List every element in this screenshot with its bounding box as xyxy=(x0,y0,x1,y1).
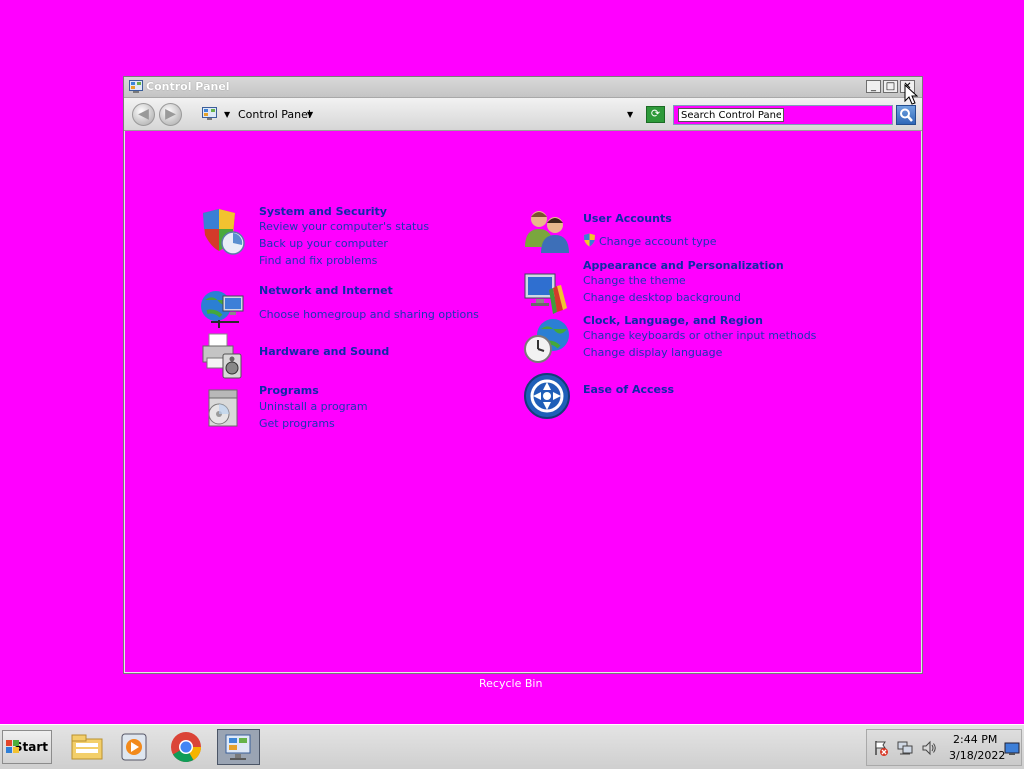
address-dropdown-arrow-icon[interactable]: ▼ xyxy=(224,110,230,119)
taskbar: Start 2:44 PM 3/18/2022 xyxy=(0,724,1024,769)
category-title-ease-of-access[interactable]: Ease of Access xyxy=(583,383,674,396)
category-title-hardware-and-sound[interactable]: Hardware and Sound xyxy=(259,345,389,358)
taskbar-control-panel[interactable] xyxy=(217,729,260,765)
clock-globe-icon xyxy=(524,319,569,363)
control-panel-window: Control Panel _ □ ✕ ◀ ▶ ▼ Control Panel … xyxy=(123,76,923,674)
refresh-button[interactable]: ⟳ xyxy=(646,106,665,123)
category-title-appearance-and-personalization[interactable]: Appearance and Personalization xyxy=(583,259,784,272)
window-title: Control Panel xyxy=(146,80,230,93)
programs-box-icon xyxy=(208,389,238,427)
windows-logo-icon xyxy=(6,740,19,753)
ease-of-access-icon xyxy=(524,373,570,419)
mouse-pointer-icon xyxy=(904,84,918,105)
link-back-up-computer[interactable]: Back up your computer xyxy=(259,237,388,250)
clock-time[interactable]: 2:44 PM xyxy=(953,733,997,746)
title-bar[interactable]: Control Panel _ □ ✕ xyxy=(124,77,922,98)
globe-network-icon xyxy=(201,291,244,328)
link-change-display-language[interactable]: Change display language xyxy=(583,346,722,359)
forward-button[interactable]: ▶ xyxy=(159,103,182,126)
clock-date[interactable]: 3/18/2022 xyxy=(949,749,1005,762)
shield-chart-icon xyxy=(203,209,245,255)
printer-speaker-icon xyxy=(202,333,242,379)
minimize-button[interactable]: _ xyxy=(866,80,881,93)
category-title-user-accounts[interactable]: User Accounts xyxy=(583,212,672,225)
media-player-icon xyxy=(121,733,147,761)
category-view: System and Security Review your computer… xyxy=(126,132,920,671)
maximize-button[interactable]: □ xyxy=(883,80,898,93)
monitor-paint-icon xyxy=(524,273,567,314)
link-review-computer-status[interactable]: Review your computer's status xyxy=(259,220,429,233)
control-panel-icon xyxy=(129,80,143,93)
users-icon xyxy=(525,211,569,253)
network-icon[interactable] xyxy=(897,740,913,756)
chrome-icon xyxy=(171,732,201,763)
category-title-network-and-internet[interactable]: Network and Internet xyxy=(259,284,393,297)
action-center-flag-icon[interactable] xyxy=(873,740,889,756)
link-homegroup-sharing[interactable]: Choose homegroup and sharing options xyxy=(259,308,479,321)
taskbar-media-player[interactable] xyxy=(116,729,154,765)
link-change-theme[interactable]: Change the theme xyxy=(583,274,686,287)
category-title-clock-language-region[interactable]: Clock, Language, and Region xyxy=(583,314,763,327)
link-find-and-fix-problems[interactable]: Find and fix problems xyxy=(259,254,377,267)
category-title-system-and-security[interactable]: System and Security xyxy=(259,205,387,218)
taskbar-file-explorer[interactable] xyxy=(68,729,106,765)
search-box[interactable] xyxy=(673,105,893,125)
uac-shield-icon xyxy=(584,233,595,247)
link-change-desktop-background[interactable]: Change desktop background xyxy=(583,291,741,304)
recycle-bin-label[interactable]: Recycle Bin xyxy=(479,677,542,690)
back-button[interactable]: ◀ xyxy=(132,103,155,126)
show-desktop-icon[interactable] xyxy=(1004,741,1020,757)
link-get-programs[interactable]: Get programs xyxy=(259,417,335,430)
search-icon xyxy=(900,108,913,122)
control-panel-icon xyxy=(225,734,251,760)
link-change-account-type[interactable]: Change account type xyxy=(599,235,717,248)
search-button[interactable] xyxy=(896,105,916,125)
category-title-programs[interactable]: Programs xyxy=(259,384,319,397)
navigation-toolbar: ◀ ▶ ▼ Control Panel ▼ ▼ ⟳ xyxy=(124,98,922,131)
control-panel-icon xyxy=(202,107,217,120)
volume-icon[interactable] xyxy=(921,740,937,756)
breadcrumb-chevron-icon[interactable]: ▼ xyxy=(307,110,313,119)
start-button[interactable]: Start xyxy=(2,730,52,764)
link-change-keyboards[interactable]: Change keyboards or other input methods xyxy=(583,329,816,342)
address-history-dropdown-icon[interactable]: ▼ xyxy=(627,110,633,119)
taskbar-chrome[interactable] xyxy=(167,729,205,765)
link-uninstall-program[interactable]: Uninstall a program xyxy=(259,400,368,413)
breadcrumb[interactable]: Control Panel xyxy=(238,108,311,121)
search-input[interactable] xyxy=(678,108,784,122)
file-explorer-icon xyxy=(71,734,103,760)
